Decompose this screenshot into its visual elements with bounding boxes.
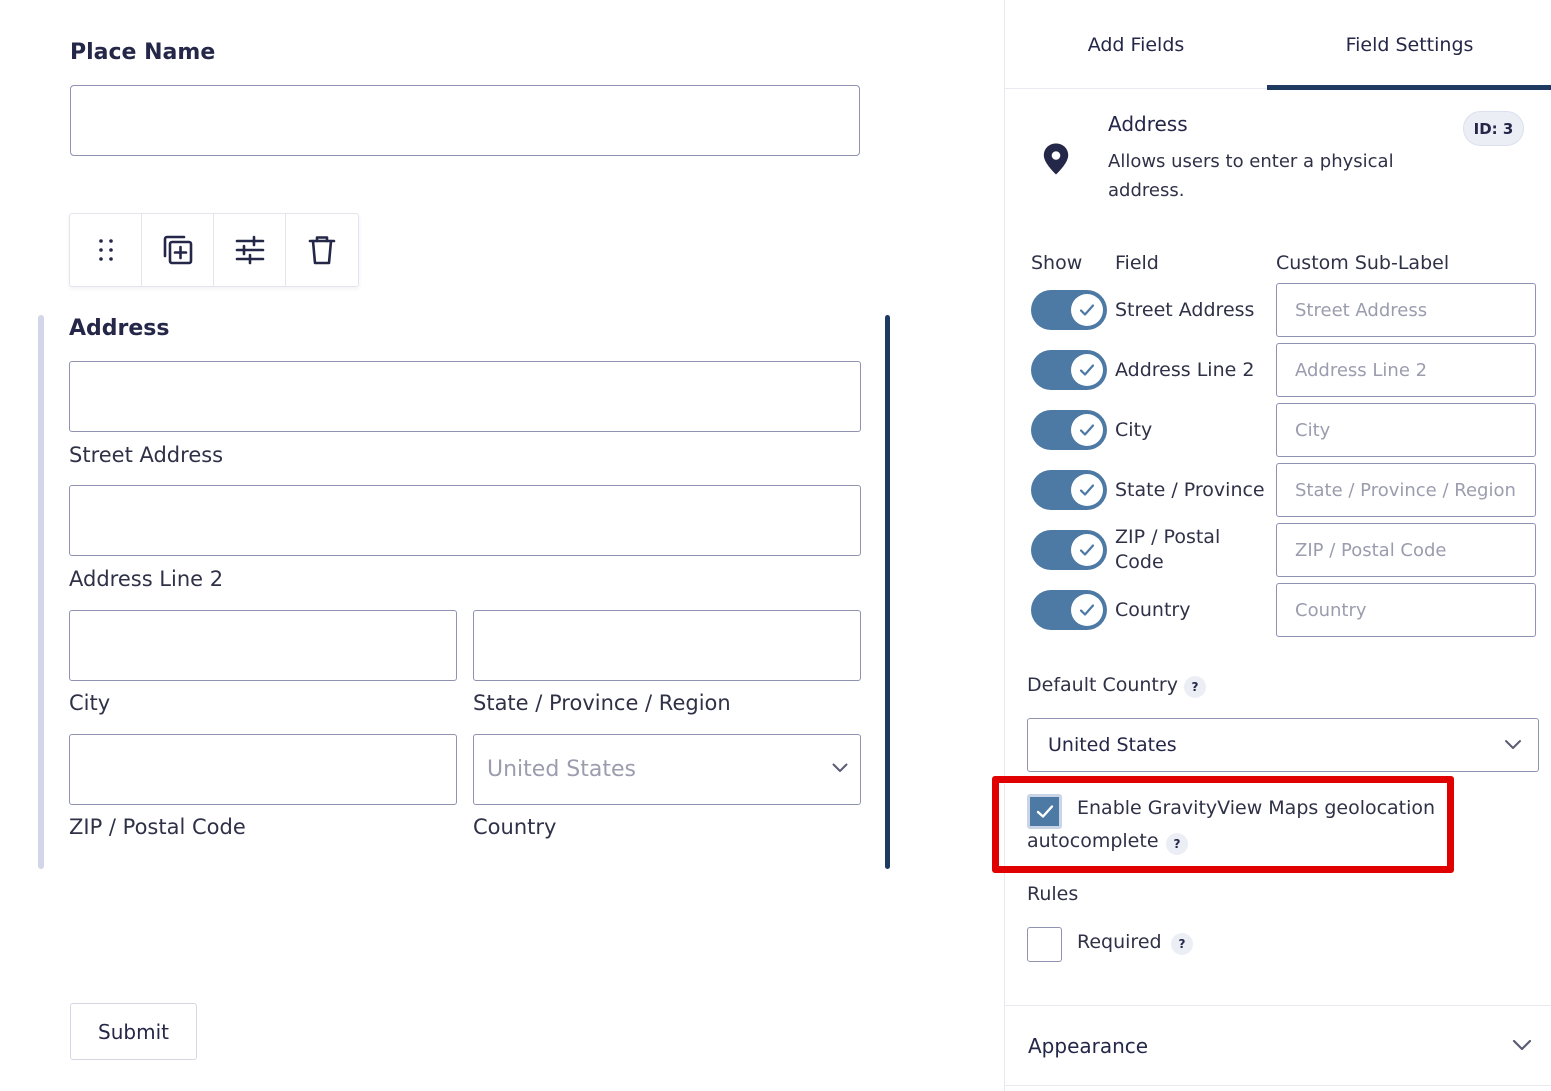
tab-add-fields-label: Add Fields (1087, 33, 1185, 56)
city-sublabel: City (69, 691, 111, 715)
custom-sublabel-zip[interactable] (1276, 523, 1536, 577)
settings-sidebar: Add Fields Field Settings Address Allows… (992, 0, 1551, 1091)
checkmark-icon (1071, 474, 1103, 506)
toggle-city[interactable] (1031, 410, 1107, 450)
toggle-state[interactable] (1031, 470, 1107, 510)
sidebar-tabs: Add Fields Field Settings (1005, 0, 1551, 90)
country-select[interactable]: United States (473, 734, 861, 805)
column-header-custom-sublabel: Custom Sub-Label (1276, 252, 1450, 274)
checkmark-icon (1071, 354, 1103, 386)
custom-sublabel-city[interactable] (1276, 403, 1536, 457)
submit-button[interactable]: Submit (70, 1003, 197, 1060)
form-canvas: Place Name Address Street Address Addres… (0, 0, 1004, 1091)
column-header-field: Field (1115, 252, 1159, 274)
state-input[interactable] (473, 610, 861, 681)
country-select-value: United States (487, 757, 636, 782)
required-label: Required (1077, 931, 1162, 953)
drag-handle-icon[interactable] (70, 214, 142, 286)
zip-sublabel: ZIP / Postal Code (69, 815, 246, 839)
checkmark-icon (1071, 414, 1103, 446)
place-name-input[interactable] (70, 85, 860, 156)
country-sublabel: Country (473, 815, 557, 839)
checkmark-icon (1071, 534, 1103, 566)
custom-sublabel-state[interactable] (1276, 463, 1536, 517)
help-icon[interactable]: ? (1166, 833, 1188, 855)
row-label-zip: ZIP / Postal Code (1115, 526, 1221, 573)
help-icon[interactable]: ? (1184, 676, 1206, 698)
appearance-section-toggle[interactable]: Appearance (1005, 1005, 1551, 1086)
custom-sublabel-address-line2[interactable] (1276, 343, 1536, 397)
checkmark-icon (1036, 805, 1053, 818)
custom-sublabel-country[interactable] (1276, 583, 1536, 637)
address-field-label: Address (69, 316, 170, 341)
city-input[interactable] (69, 610, 457, 681)
duplicate-icon[interactable] (142, 214, 214, 286)
geolocation-label-line1: Enable GravityView Maps geolocation (1077, 797, 1436, 819)
geolocation-label-line2: autocomplete (1027, 830, 1159, 852)
rules-label: Rules (1027, 883, 1079, 905)
row-label-street-address: Street Address (1115, 299, 1255, 321)
field-info-description: Allows users to enter a physical address… (1108, 151, 1394, 201)
row-label-state: State / Province (1115, 479, 1265, 501)
column-header-show: Show (1031, 252, 1083, 274)
toggle-address-line2[interactable] (1031, 350, 1107, 390)
tab-field-settings[interactable]: Field Settings (1267, 0, 1551, 90)
toggle-zip[interactable] (1031, 530, 1107, 570)
toggle-country[interactable] (1031, 590, 1107, 630)
field-selection-bar-right (885, 315, 890, 869)
default-country-label: Default Country (1027, 674, 1178, 696)
street-address-input[interactable] (69, 361, 861, 432)
chevron-down-icon (1505, 740, 1521, 749)
help-icon[interactable]: ? (1171, 933, 1193, 955)
checkmark-icon (1071, 294, 1103, 326)
row-label-address-line2: Address Line 2 (1115, 359, 1255, 381)
zip-input[interactable] (69, 734, 457, 805)
row-label-city: City (1115, 419, 1153, 441)
place-name-label: Place Name (70, 40, 216, 65)
field-selection-bar-left (38, 315, 44, 869)
required-checkbox[interactable] (1027, 927, 1062, 962)
field-toolbar (69, 213, 359, 287)
address-line2-sublabel: Address Line 2 (69, 567, 224, 591)
settings-sliders-icon[interactable] (214, 214, 286, 286)
state-sublabel: State / Province / Region (473, 691, 731, 715)
checkmark-icon (1071, 594, 1103, 626)
custom-sublabel-street-address[interactable] (1276, 283, 1536, 337)
chevron-down-icon (1512, 1039, 1532, 1051)
toggle-street-address[interactable] (1031, 290, 1107, 330)
map-pin-icon (1043, 143, 1069, 175)
street-address-sublabel: Street Address (69, 443, 224, 467)
tab-add-fields[interactable]: Add Fields (1005, 0, 1267, 89)
address-line2-input[interactable] (69, 485, 861, 556)
appearance-label: Appearance (1028, 1034, 1149, 1058)
tab-field-settings-label: Field Settings (1345, 33, 1474, 56)
trash-icon[interactable] (286, 214, 358, 286)
active-tab-indicator (1267, 85, 1551, 90)
default-country-select[interactable]: United States (1027, 718, 1539, 772)
chevron-down-icon (832, 763, 848, 772)
geolocation-autocomplete-checkbox[interactable] (1027, 794, 1062, 829)
field-info-title: Address (1108, 112, 1188, 136)
row-label-country: Country (1115, 599, 1191, 621)
field-id-badge: ID: 3 (1463, 111, 1524, 146)
default-country-value: United States (1048, 734, 1177, 756)
